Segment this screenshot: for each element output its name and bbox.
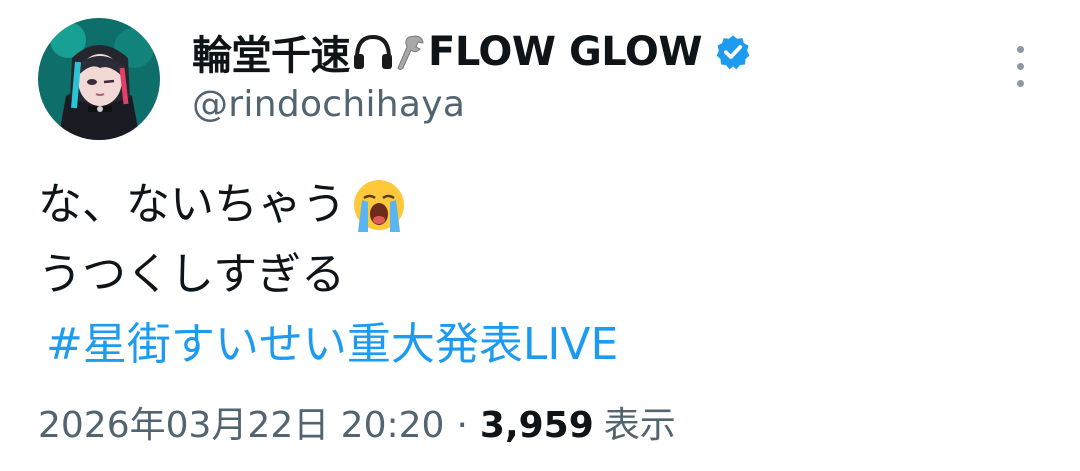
author-name-row[interactable]: 輪堂千速 FLOW GLOW (192, 24, 752, 80)
more-dot (1017, 46, 1024, 53)
tweet-text: な、ないちゃう うつくしすぎる (38, 170, 408, 310)
tweet-meta: 2026年03月22日 20:20 · 3,959 表示 (38, 398, 676, 454)
hashtag-link[interactable]: #星街すいせい重大発表LIVE (46, 310, 618, 380)
display-name[interactable]: 輪堂千速 (192, 23, 351, 81)
views-label: 表示 (603, 405, 676, 446)
avatar[interactable] (38, 18, 160, 140)
author-handle[interactable]: @rindochihaya (192, 84, 465, 125)
views-count: 3,959 (479, 405, 594, 446)
more-options-icon[interactable] (1012, 46, 1030, 88)
verified-badge-icon[interactable] (714, 33, 752, 71)
timestamp-link[interactable]: 2026年03月22日 20:20 (38, 398, 444, 454)
tweet-line-2: うつくしすぎる (38, 240, 408, 310)
more-dot (1017, 63, 1024, 70)
tweet-line-1: な、ないちゃう (38, 170, 408, 240)
more-dot (1017, 80, 1024, 87)
wrench-icon (396, 32, 426, 72)
tweet-text-line-1: な、ないちゃう (38, 179, 346, 230)
meta-separator: · (456, 405, 468, 446)
tweet-text-line-2: うつくしすぎる (38, 249, 346, 300)
headphones-icon (352, 32, 394, 72)
display-name-suffix[interactable]: FLOW GLOW (428, 29, 702, 75)
loudly-crying-face-icon (350, 176, 408, 234)
